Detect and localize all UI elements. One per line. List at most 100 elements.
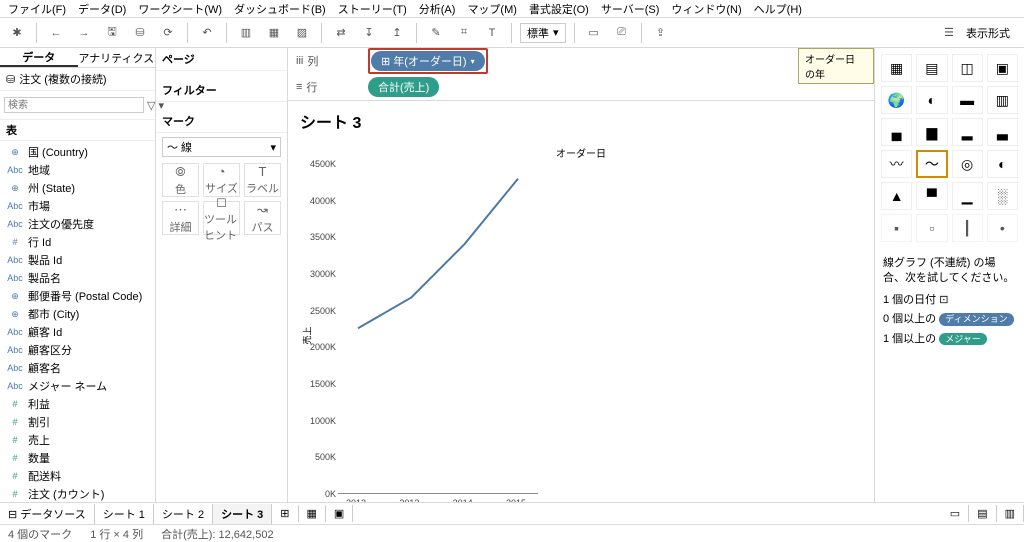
field-item[interactable]: Abc製品名 — [0, 269, 155, 287]
field-item[interactable]: #数量 — [0, 449, 155, 467]
menu-help[interactable]: ヘルプ(H) — [754, 1, 802, 17]
showme-option[interactable]: ▦ — [881, 54, 912, 82]
showme-option[interactable]: ▤ — [916, 54, 947, 82]
field-item[interactable]: Abc顧客名 — [0, 359, 155, 377]
showme-option[interactable]: ▄ — [881, 118, 912, 146]
field-item[interactable]: #割引 — [0, 413, 155, 431]
forward-icon[interactable]: → — [73, 22, 95, 44]
mark-button[interactable]: ⋯詳細 — [162, 201, 199, 235]
field-item[interactable]: ⊕郵便番号 (Postal Code) — [0, 287, 155, 305]
showme-option[interactable]: ▆ — [916, 118, 947, 146]
mark-button[interactable]: ◔サイズ — [203, 163, 240, 197]
menu-analysis[interactable]: 分析(A) — [419, 1, 456, 17]
showme-option[interactable]: • — [987, 214, 1018, 242]
showme-option[interactable]: ▥ — [987, 86, 1018, 114]
datasource-tab[interactable]: ⊟ データソース — [0, 504, 95, 524]
sort-asc-icon[interactable]: ↧ — [358, 22, 380, 44]
mark-button[interactable]: Tラベル — [244, 163, 281, 197]
field-item[interactable]: ⊕州 (State) — [0, 179, 155, 197]
label-icon[interactable]: T — [481, 22, 503, 44]
save-icon[interactable]: 🖫 — [101, 22, 123, 44]
tabs-icon[interactable]: ▥ — [997, 505, 1024, 522]
menu-server[interactable]: サーバー(S) — [601, 1, 660, 17]
showme-label[interactable]: 表示形式 — [966, 25, 1018, 41]
field-item[interactable]: ⊕国 (Country) — [0, 143, 155, 161]
mark-button[interactable]: ⦾色 — [162, 163, 199, 197]
tab-data[interactable]: データ — [0, 48, 78, 67]
field-item[interactable]: Abcメジャー ネーム — [0, 377, 155, 395]
showme-option[interactable]: ◫ — [952, 54, 983, 82]
showme-option[interactable]: ▂ — [952, 118, 983, 146]
datasource-item[interactable]: ⛁ 注文 (複数の接続) — [0, 68, 155, 91]
showme-option[interactable]: 〰 — [881, 150, 912, 178]
showme-option[interactable]: ┃ — [952, 214, 983, 242]
showme-option[interactable]: ◎ — [952, 150, 983, 178]
columns-pill-year[interactable]: ⊞ 年(オーダー日) ▾ — [371, 51, 485, 71]
share-icon[interactable]: ⇪ — [650, 22, 672, 44]
search-input[interactable] — [4, 97, 144, 113]
showme-option[interactable]: ▪ — [881, 214, 912, 242]
present-icon[interactable]: ⎚ — [611, 22, 633, 44]
menu-window[interactable]: ウィンドウ(N) — [671, 1, 741, 17]
menu-dashboard[interactable]: ダッシュボード(B) — [234, 1, 326, 17]
filter-icon[interactable]: ▽ — [147, 94, 155, 116]
menu-story[interactable]: ストーリー(T) — [338, 1, 407, 17]
showme-option[interactable]: ▣ — [987, 54, 1018, 82]
back-icon[interactable]: ← — [45, 22, 67, 44]
showme-option[interactable]: ▬ — [952, 86, 983, 114]
mark-button[interactable]: ◻ツールヒント — [203, 201, 240, 235]
new-data-icon[interactable]: ⛁ — [129, 22, 151, 44]
mark-type-select[interactable]: 〜 線 ▾ — [162, 137, 281, 157]
new-worksheet-icon[interactable]: ⊞ — [272, 505, 298, 522]
field-item[interactable]: #利益 — [0, 395, 155, 413]
cards-icon[interactable]: ▭ — [583, 22, 605, 44]
showme-option[interactable]: ◐ — [987, 150, 1018, 178]
tab-analytics[interactable]: アナリティクス — [78, 48, 156, 67]
menu-worksheet[interactable]: ワークシート(W) — [138, 1, 222, 17]
sort-desc-icon[interactable]: ↥ — [386, 22, 408, 44]
menu-file[interactable]: ファイル(F) — [8, 1, 66, 17]
fit-select[interactable]: 標準▾ — [520, 23, 566, 43]
sheet-title[interactable]: シート 3 — [288, 101, 874, 141]
field-item[interactable]: #行 Id — [0, 233, 155, 251]
filmstrip-icon[interactable]: ▭ — [942, 505, 969, 522]
field-item[interactable]: Abc市場 — [0, 197, 155, 215]
clear-icon[interactable]: ▨ — [291, 22, 313, 44]
sheet-tab-1[interactable]: シート 1 — [95, 504, 154, 524]
field-item[interactable]: Abc顧客 Id — [0, 323, 155, 341]
field-item[interactable]: Abc地域 — [0, 161, 155, 179]
showme-option[interactable]: ▀ — [916, 182, 947, 210]
menu-data[interactable]: データ(D) — [78, 1, 126, 17]
pages-shelf[interactable] — [156, 71, 287, 79]
sorter-icon[interactable]: ▤ — [969, 505, 996, 522]
menu-map[interactable]: マップ(M) — [467, 1, 517, 17]
mark-button[interactable]: ↝パス — [244, 201, 281, 235]
logo-icon[interactable]: ✱ — [6, 22, 28, 44]
field-item[interactable]: ⊕都市 (City) — [0, 305, 155, 323]
dup-icon[interactable]: ▦ — [263, 22, 285, 44]
undo-icon[interactable]: ↶ — [196, 22, 218, 44]
rows-pill-sales[interactable]: 合計(売上) — [368, 77, 439, 97]
showme-option[interactable]: 〜 — [916, 150, 947, 178]
highlight-icon[interactable]: ✎ — [425, 22, 447, 44]
new-story-icon[interactable]: ▣ — [326, 505, 353, 522]
showme-option[interactable]: ▃ — [987, 118, 1018, 146]
filters-shelf[interactable] — [156, 102, 287, 110]
refresh-icon[interactable]: ⟳ — [157, 22, 179, 44]
group-icon[interactable]: ⌗ — [453, 22, 475, 44]
showme-option[interactable]: ▲ — [881, 182, 912, 210]
showme-option[interactable]: 🌍 — [881, 86, 912, 114]
showme-option[interactable]: ▫ — [916, 214, 947, 242]
sheet-tab-3[interactable]: シート 3 — [213, 504, 272, 524]
showme-option[interactable]: ◐ — [916, 86, 947, 114]
field-item[interactable]: #売上 — [0, 431, 155, 449]
field-item[interactable]: Abc製品 Id — [0, 251, 155, 269]
field-item[interactable]: #注文 (カウント) — [0, 485, 155, 502]
new-dashboard-icon[interactable]: ▦ — [299, 505, 326, 522]
field-item[interactable]: #配送料 — [0, 467, 155, 485]
menu-format[interactable]: 書式設定(O) — [529, 1, 589, 17]
new-ws-icon[interactable]: ▥ — [235, 22, 257, 44]
showme-toggle-icon[interactable]: ☰ — [938, 22, 960, 44]
sheet-tab-2[interactable]: シート 2 — [154, 504, 213, 524]
showme-option[interactable]: ▁ — [952, 182, 983, 210]
